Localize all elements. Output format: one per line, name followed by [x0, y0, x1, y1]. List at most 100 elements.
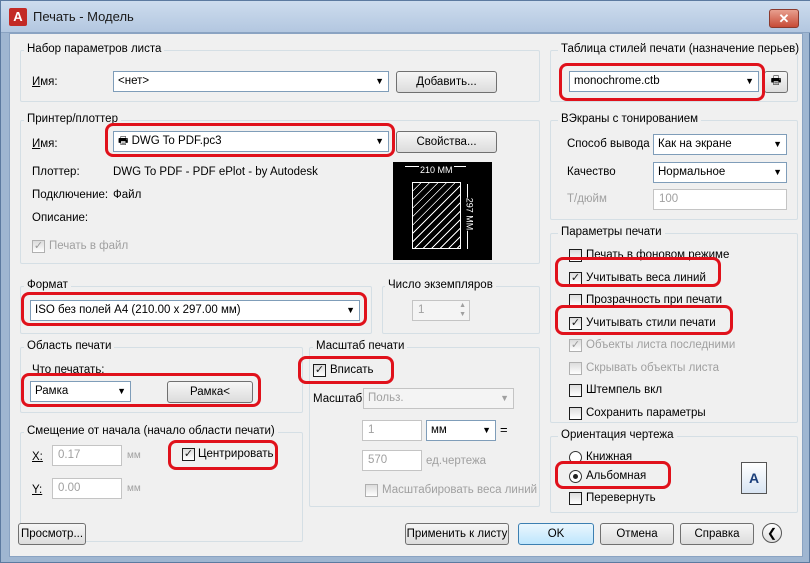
style-table-title: Таблица стилей печати (назначение перьев…: [558, 43, 803, 55]
paper-sheet-hatch: [412, 182, 461, 249]
preview-button[interactable]: Просмотр...: [18, 523, 86, 545]
edit-style-table-button[interactable]: 🖶: [764, 71, 788, 93]
plot-option-label: Объекты листа последними: [586, 339, 736, 351]
highlight-format: [21, 292, 367, 326]
quality-value: Нормальное: [658, 166, 726, 178]
plot-option-row[interactable]: Скрывать объекты листа: [568, 360, 792, 378]
preview-width-label: 210 MM: [419, 165, 454, 175]
copies-spinner[interactable]: 1 ▲ ▼: [412, 300, 470, 321]
copies-value: 1: [418, 304, 425, 316]
dpi-label: Т/дюйм: [567, 193, 607, 205]
shaded-viewports-title: ВЭкраны с тонированием: [558, 113, 702, 125]
printer-properties-button[interactable]: Свойства...: [396, 131, 497, 153]
orientation-title: Ориентация чертежа: [558, 429, 677, 441]
scale-lineweights-label: Масштабировать веса линий: [382, 484, 538, 496]
close-icon: ✕: [778, 11, 790, 26]
scale-mm-input[interactable]: 1: [362, 420, 422, 441]
highlight-lineweights: [555, 257, 721, 287]
scale-units-label: ед.чертежа: [426, 455, 487, 467]
page-setup-value: <нет>: [118, 75, 150, 87]
upside-down-checkbox[interactable]: [569, 492, 582, 505]
autocad-logo-icon: A: [9, 8, 27, 26]
cancel-button[interactable]: Отмена: [600, 523, 674, 545]
printer-edit-icon: 🖶: [770, 75, 782, 87]
highlight-plot-styles: [555, 305, 733, 335]
plot-option-label: Штемпель вкл: [586, 384, 663, 396]
chevron-down-icon: ▼: [773, 139, 782, 149]
offset-x-label: X:: [32, 451, 43, 463]
shade-output-label: Способ вывода: [567, 138, 650, 150]
page-setup-select[interactable]: <нет> ▼: [113, 71, 389, 92]
plot-options-title: Параметры печати: [558, 226, 665, 238]
shade-output-select[interactable]: Как на экране ▼: [653, 134, 787, 155]
plot-option-row[interactable]: Сохранить параметры: [568, 405, 792, 423]
plot-option-row[interactable]: ✓ Объекты листа последними: [568, 337, 792, 355]
chevron-down-icon: ▼: [500, 393, 509, 403]
plot-option-checkbox[interactable]: [569, 361, 582, 375]
connection-label: Подключение:: [32, 189, 109, 201]
highlight-center: [168, 440, 278, 470]
preview-height-label: 297 MM: [464, 197, 475, 231]
title-bar[interactable]: A Печать - Модель ✕: [1, 1, 810, 33]
chevron-down-icon: ▼: [773, 167, 782, 177]
quality-select[interactable]: Нормальное ▼: [653, 162, 787, 183]
plot-area-title: Область печати: [24, 340, 115, 352]
highlight-style-table: [559, 63, 765, 101]
scale-unit-value: мм: [431, 424, 447, 436]
highlight-fit: [298, 356, 394, 384]
apply-to-layout-button[interactable]: Применить к листу: [405, 523, 509, 545]
offset-title: Смещение от начала (начало области печат…: [24, 425, 278, 437]
chevron-down-icon: ▼: [375, 76, 384, 86]
offset-x-input[interactable]: 0.17: [52, 445, 122, 466]
page-setup-title: Набор параметров листа: [24, 43, 165, 55]
print-dialog: A Печать - Модель ✕ Набор параметров лис…: [0, 0, 810, 563]
page-setup-name-label: Имя:: [32, 76, 58, 88]
offset-y-unit: мм: [127, 483, 141, 494]
scale-lineweights-checkbox[interactable]: [365, 484, 378, 497]
quality-label: Качество: [567, 166, 616, 178]
scale-select[interactable]: Польз. ▼: [363, 388, 514, 409]
upside-down-label: Перевернуть: [586, 492, 656, 504]
highlight-landscape: [555, 461, 671, 489]
offset-y-input[interactable]: 0.00: [52, 478, 122, 499]
format-title: Формат: [24, 279, 71, 291]
scale-unit-select[interactable]: мм ▼: [426, 420, 496, 441]
window-title: Печать - Модель: [33, 9, 134, 24]
help-button[interactable]: Справка: [680, 523, 754, 545]
plot-option-label: Скрывать объекты листа: [586, 361, 720, 374]
collapse-options-button[interactable]: ❮: [762, 523, 782, 543]
scale-label: Масштаб:: [313, 393, 366, 405]
printer-title: Принтер/плоттер: [24, 113, 121, 125]
plot-scale-title: Масштаб печати: [313, 340, 408, 352]
add-page-setup-button[interactable]: Добавить...: [396, 71, 497, 93]
landscape-orientation-icon: A: [741, 462, 767, 494]
offset-x-unit: мм: [127, 450, 141, 461]
offset-y-label: Y:: [32, 484, 43, 496]
print-to-file-label: Печать в файл: [49, 240, 129, 252]
dpi-input[interactable]: 100: [653, 189, 787, 210]
plotter-value: DWG To PDF - PDF ePlot - by Autodesk: [113, 166, 318, 178]
plot-option-label: Сохранить параметры: [586, 406, 706, 419]
scale-value: Польз.: [368, 392, 404, 404]
highlight-printer: [105, 123, 395, 157]
connection-value: Файл: [113, 189, 142, 201]
copies-title: Число экземпляров: [385, 279, 496, 291]
plot-option-checkbox[interactable]: ✓: [569, 339, 582, 352]
printer-name-label: Имя:: [32, 138, 58, 150]
plot-option-checkbox[interactable]: [569, 384, 582, 397]
orientation-letter: A: [748, 470, 760, 486]
scale-units-input[interactable]: 570: [362, 450, 422, 471]
plot-option-checkbox[interactable]: [569, 406, 582, 420]
ok-button[interactable]: OK: [518, 523, 594, 545]
print-to-file-checkbox[interactable]: ✓: [32, 240, 45, 253]
dialog-body: Набор параметров листа Имя: <нет> ▼ Доба…: [9, 33, 803, 557]
description-label: Описание:: [32, 212, 89, 224]
plot-option-row[interactable]: Штемпель вкл: [568, 382, 792, 400]
chevron-left-icon: ❮: [766, 526, 778, 540]
equals-sign: =: [500, 422, 508, 437]
chevron-down-icon: ▼: [482, 425, 491, 435]
plotter-label: Плоттер:: [32, 166, 80, 178]
highlight-plot-area: [21, 373, 261, 407]
paper-preview: 210 MM 297 MM: [393, 162, 492, 260]
close-window-button[interactable]: ✕: [769, 9, 799, 28]
